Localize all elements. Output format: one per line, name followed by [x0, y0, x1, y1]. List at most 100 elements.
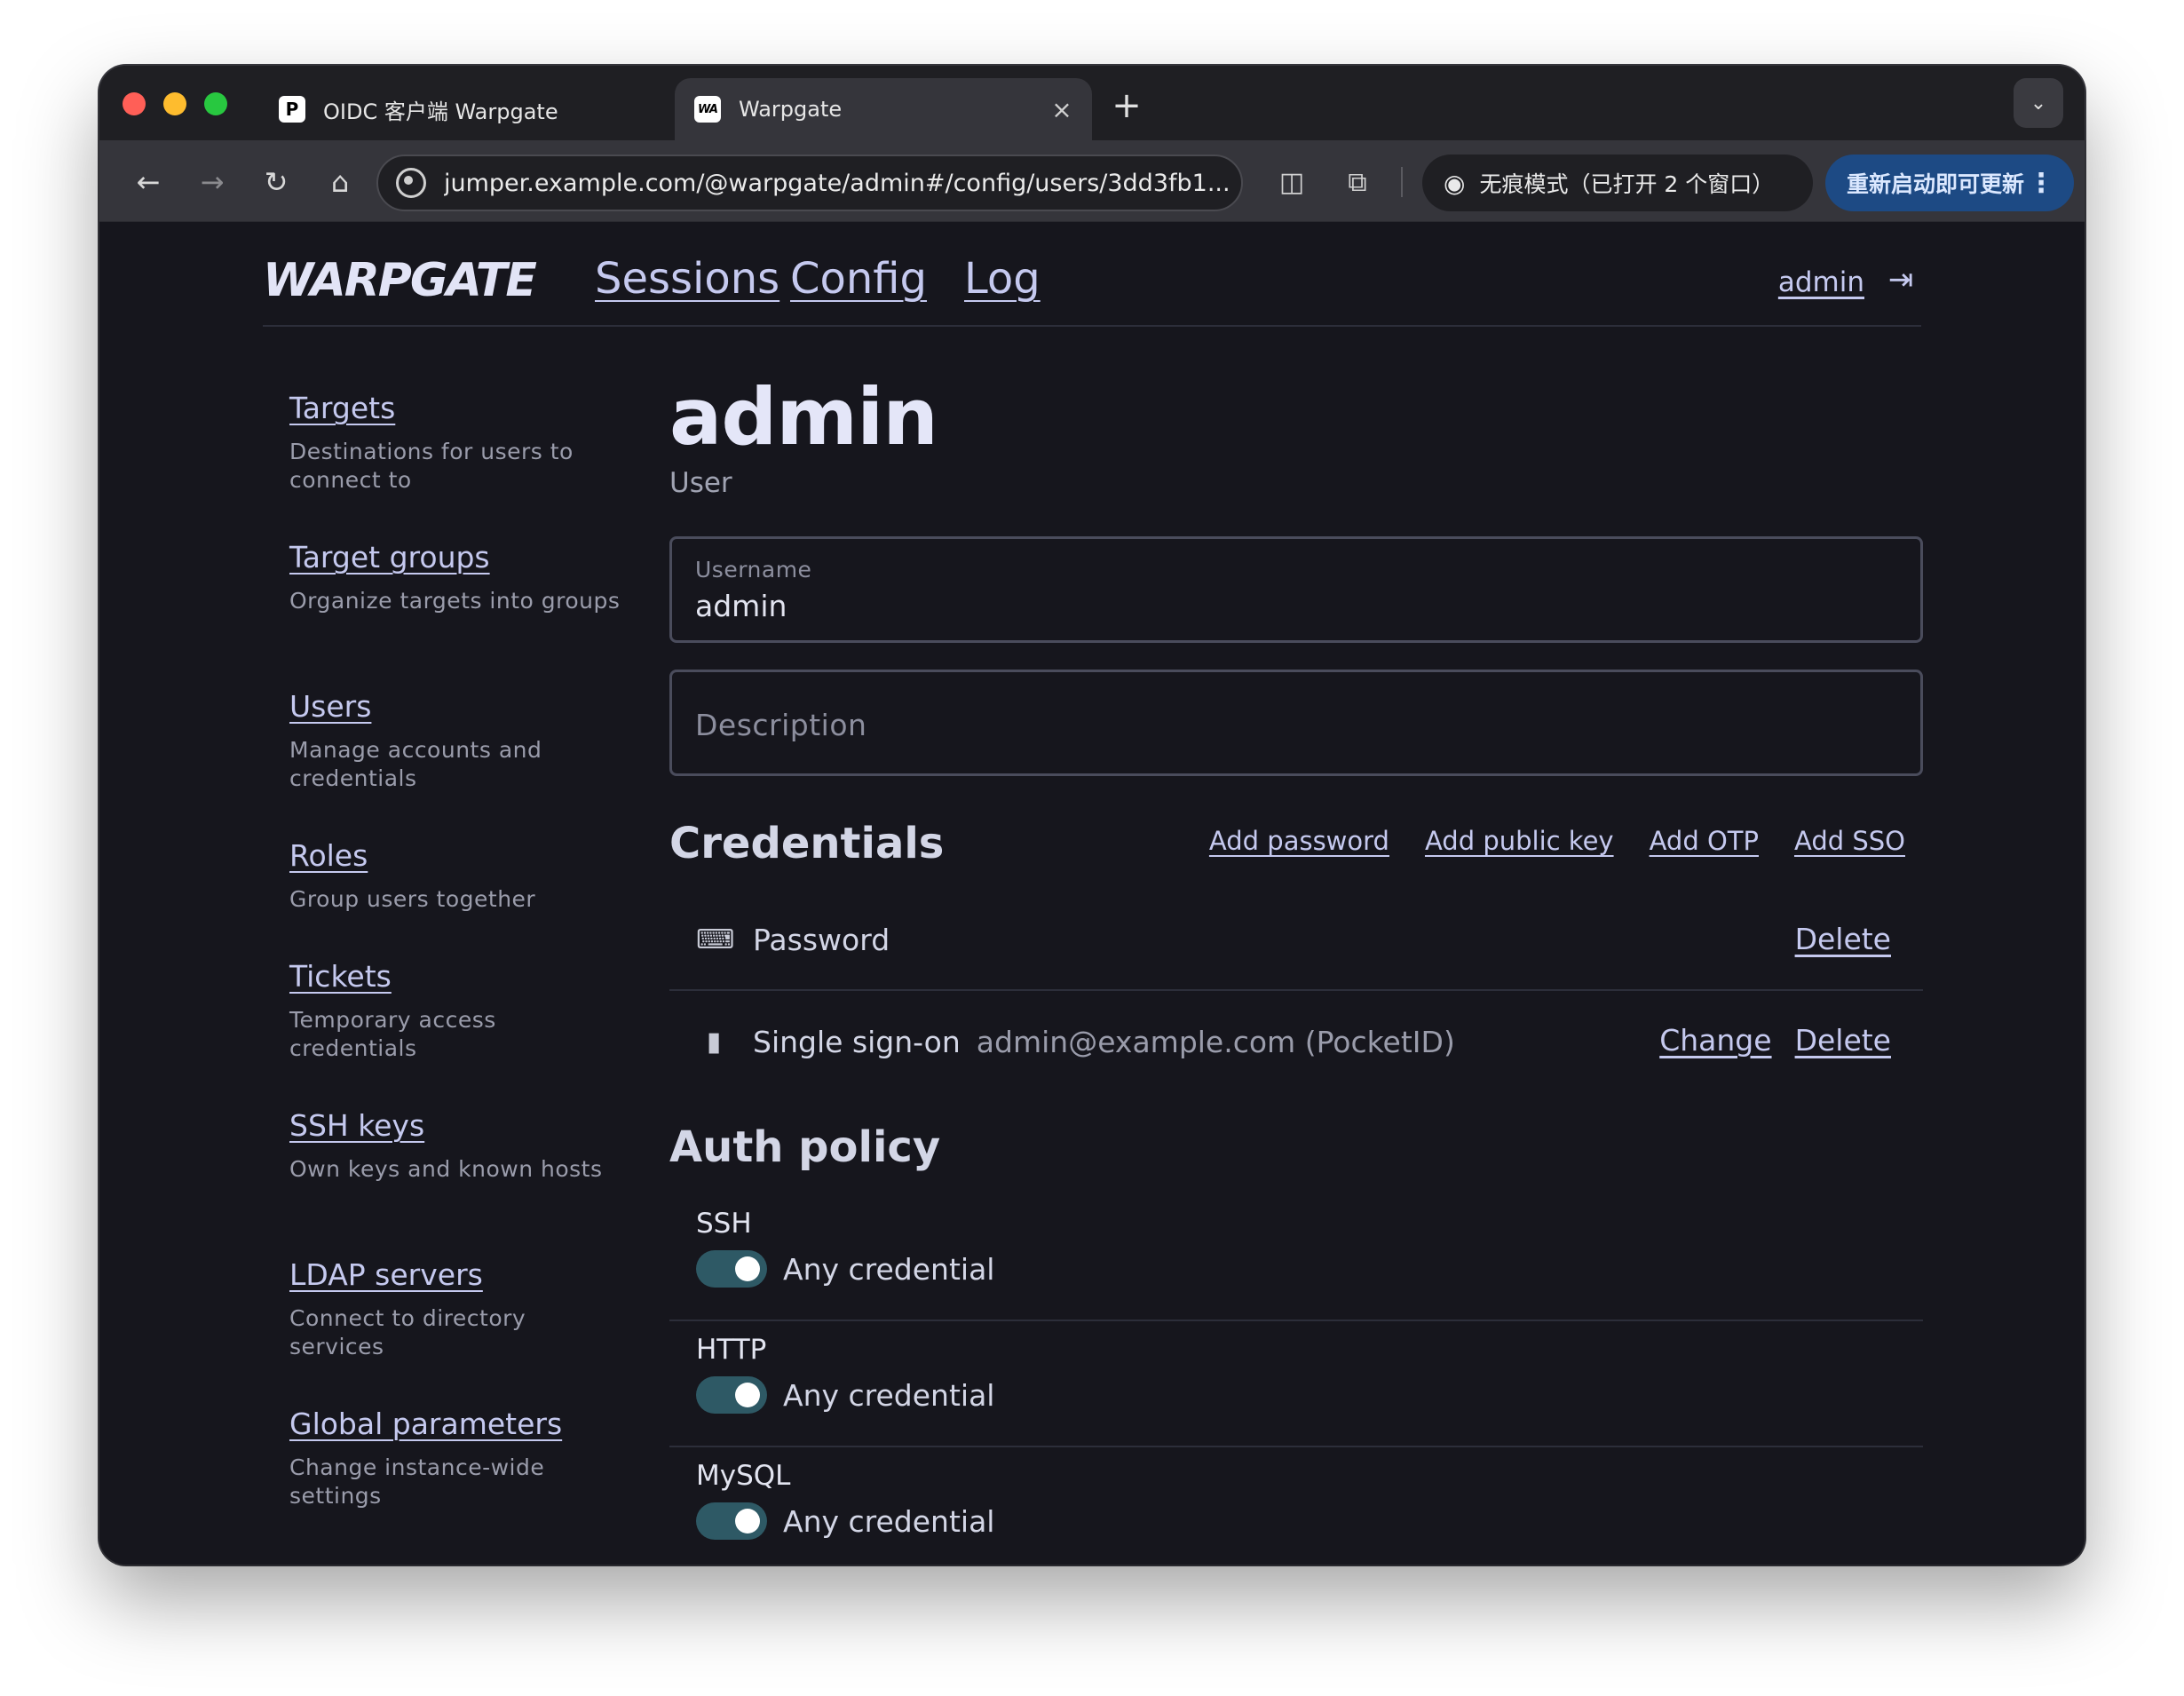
close-window-button[interactable] — [123, 92, 146, 115]
credential-detail: admin@example.com (PocketID) — [976, 1024, 1455, 1059]
update-label: 重新启动即可更新 — [1847, 171, 2025, 197]
sidebar-item-roles: Roles Group users together — [289, 838, 627, 959]
warpgate-logo[interactable]: WARPGATE — [263, 254, 537, 307]
forward-button[interactable]: → — [190, 160, 234, 204]
tab-title: OIDC 客户端 Warpgate — [323, 99, 558, 124]
page-subtitle: User — [669, 467, 732, 499]
username-label: Username — [695, 557, 812, 583]
more-vertical-icon: ⋮ — [2028, 167, 2054, 199]
nav-config[interactable]: Config — [790, 254, 927, 304]
policy-toggle-ssh[interactable] — [696, 1250, 767, 1288]
sidebar-link-ldap-servers[interactable]: LDAP servers — [289, 1257, 627, 1292]
delete-password-link[interactable]: Delete — [1795, 922, 1891, 956]
sidebar-item-target-groups: Target groups Organize targets into grou… — [289, 540, 627, 689]
sidebar-item-desc: Change instance-wide settings — [289, 1454, 545, 1509]
toolbar-divider — [1401, 167, 1403, 197]
incognito-icon: ◉ — [1444, 168, 1466, 198]
add-sso-link[interactable]: Add SSO — [1794, 826, 1905, 856]
home-button[interactable]: ⌂ — [318, 160, 362, 204]
sidebar-item-desc: Group users together — [289, 886, 536, 912]
chevron-down-icon: ⌄ — [2030, 91, 2047, 115]
extensions-button[interactable]: ⧉ — [1337, 162, 1378, 202]
sidebar-link-targets[interactable]: Targets — [289, 391, 627, 425]
tab-strip: P OIDC 客户端 Warpgate × WA Warpgate × + ⌄ — [99, 66, 2085, 140]
browser-window: P OIDC 客户端 Warpgate × WA Warpgate × + ⌄ … — [99, 66, 2085, 1565]
sidebar-item-global-parameters: Global parameters Change instance-wide s… — [289, 1407, 627, 1556]
sidebar-link-ssh-keys[interactable]: SSH keys — [289, 1108, 627, 1143]
change-sso-link[interactable]: Change — [1659, 1023, 1771, 1058]
sidebar-link-roles[interactable]: Roles — [289, 838, 627, 873]
url-text[interactable]: jumper.example.com/@warpgate/admin#/conf… — [444, 170, 1230, 197]
new-tab-button[interactable]: + — [1104, 83, 1149, 128]
credential-actions: Change Delete — [1659, 1023, 1891, 1058]
policy-protocol: MySQL — [696, 1460, 791, 1492]
sidebar-item-users: Users Manage accounts and credentials — [289, 689, 627, 838]
sidebar-item-desc: Connect to directory services — [289, 1305, 526, 1359]
address-bar[interactable]: jumper.example.com/@warpgate/admin#/conf… — [376, 155, 1243, 211]
warpgate-favicon-icon: WA — [694, 96, 721, 123]
credential-actions: Delete — [1795, 922, 1891, 956]
policy-label[interactable]: Any credential — [783, 1252, 994, 1287]
description-placeholder: Description — [695, 708, 867, 742]
username-value[interactable]: admin — [695, 589, 787, 623]
sidebar-item-ldap-servers: LDAP servers Connect to directory servic… — [289, 1257, 627, 1407]
reload-icon: ↻ — [264, 165, 289, 199]
current-user-link[interactable]: admin — [1778, 266, 1864, 298]
tab-search-button[interactable]: ⌄ — [2014, 78, 2063, 128]
reader-mode-button[interactable]: ◫ — [1271, 162, 1312, 202]
policy-row-http: HTTP Any credential — [669, 1321, 1923, 1447]
policy-protocol: HTTP — [696, 1334, 767, 1366]
sidebar-item-targets: Targets Destinations for users to connec… — [289, 391, 627, 540]
sidebar-link-users[interactable]: Users — [289, 689, 627, 724]
credential-row-sso: ▮ Single sign-on admin@example.com (Pock… — [669, 991, 1923, 1092]
close-tab-icon[interactable]: × — [1044, 95, 1080, 124]
policy-row-ssh: SSH Any credential — [669, 1195, 1923, 1321]
sidebar-item-ssh-keys: SSH keys Own keys and known hosts — [289, 1108, 627, 1257]
site-info-icon[interactable] — [396, 168, 426, 198]
reload-button[interactable]: ↻ — [254, 160, 298, 204]
credentials-header: Credentials Add password Add public key … — [669, 819, 1923, 890]
puzzle-icon: ⧉ — [1348, 166, 1367, 198]
keyboard-icon: ⌨ — [696, 923, 735, 955]
policy-protocol: SSH — [696, 1208, 752, 1240]
sidebar-link-target-groups[interactable]: Target groups — [289, 540, 627, 575]
relaunch-update-button[interactable]: 重新启动即可更新 ⋮ — [1825, 155, 2074, 211]
tab-warpgate[interactable]: WA Warpgate × — [675, 78, 1092, 140]
pocketid-favicon-icon: P — [279, 96, 305, 123]
sidebar-item-desc: Organize targets into groups — [289, 588, 621, 614]
browser-toolbar: ← → ↻ ⌂ jumper.example.com/@warpgate/adm… — [99, 140, 2085, 222]
username-field[interactable]: Username admin — [669, 536, 1923, 643]
nav-log[interactable]: Log — [964, 254, 1041, 304]
back-button[interactable]: ← — [126, 160, 170, 204]
sidebar-item-desc: Own keys and known hosts — [289, 1156, 603, 1182]
policy-toggle-mysql[interactable] — [696, 1502, 767, 1540]
policy-toggle-http[interactable] — [696, 1376, 767, 1414]
minimize-window-button[interactable] — [163, 92, 186, 115]
add-public-key-link[interactable]: Add public key — [1425, 826, 1614, 856]
sidebar-item-desc: Temporary access credentials — [289, 1007, 496, 1061]
sidebar-item-tickets: Tickets Temporary access credentials — [289, 959, 627, 1108]
arrow-right-icon: → — [200, 165, 225, 199]
id-badge-icon: ▮ — [706, 1026, 722, 1058]
description-field[interactable]: Description — [669, 670, 1923, 776]
incognito-indicator[interactable]: ◉ 无痕模式（已打开 2 个窗口） — [1422, 155, 1813, 211]
nav-sessions[interactable]: Sessions — [595, 254, 779, 304]
credential-type: Single sign-on — [753, 1024, 961, 1059]
sidebar-link-global-parameters[interactable]: Global parameters — [289, 1407, 627, 1441]
auth-policy-title: Auth policy — [669, 1122, 941, 1172]
policy-label[interactable]: Any credential — [783, 1378, 994, 1413]
delete-sso-link[interactable]: Delete — [1795, 1023, 1891, 1058]
add-password-link[interactable]: Add password — [1209, 826, 1389, 856]
add-otp-link[interactable]: Add OTP — [1650, 826, 1759, 856]
tab-title: Warpgate — [739, 97, 843, 122]
page-title: admin — [669, 371, 938, 463]
policy-row-mysql: MySQL Any credential — [669, 1447, 1923, 1565]
logout-icon[interactable]: ⇥ — [1880, 259, 1921, 300]
credential-type: Password — [753, 922, 890, 957]
sidebar-link-tickets[interactable]: Tickets — [289, 959, 627, 994]
page-content: WARPGATE Sessions Config Log admin ⇥ Tar… — [99, 222, 2085, 1565]
policy-label[interactable]: Any credential — [783, 1504, 994, 1539]
maximize-window-button[interactable] — [204, 92, 227, 115]
site-header: WARPGATE Sessions Config Log admin ⇥ — [263, 222, 1921, 327]
reader-mode-icon: ◫ — [1278, 166, 1305, 198]
